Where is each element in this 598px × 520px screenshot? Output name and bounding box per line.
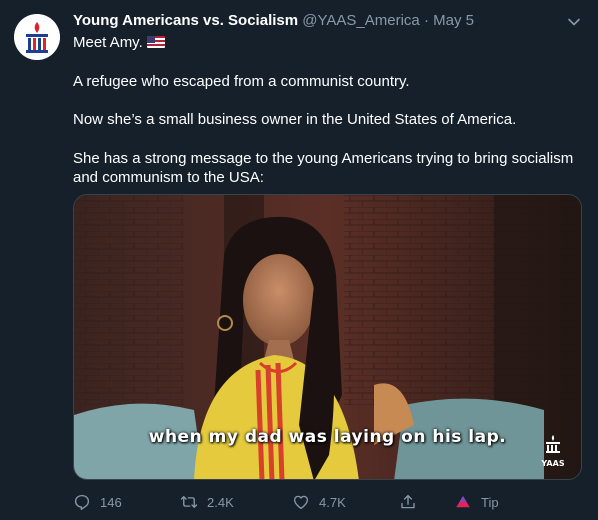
watermark-text: YAAS xyxy=(541,459,565,468)
tweet-header: Young Americans vs. Socialism @YAAS_Amer… xyxy=(73,12,474,30)
video-caption: when my dad was laying on his lap. xyxy=(148,427,507,447)
reply-icon xyxy=(74,494,90,510)
chevron-down-icon[interactable] xyxy=(566,14,582,30)
tip-button[interactable]: Tip xyxy=(454,492,499,512)
us-flag-icon xyxy=(146,36,165,48)
tweet-text-line-4b: and communism to the USA: xyxy=(73,169,264,186)
tip-icon xyxy=(456,496,470,508)
tweet-card[interactable]: Young Americans vs. Socialism @YAAS_Amer… xyxy=(0,0,598,520)
yaas-watermark: YAAS xyxy=(536,435,570,468)
tweet-text-line-3: Now she’s a small business owner in the … xyxy=(73,111,517,128)
retweet-button[interactable]: 2.4K xyxy=(180,492,234,512)
tweet-text-line-2: A refugee who escaped from a communist c… xyxy=(73,73,410,90)
tweet-text-line-4a: She has a strong message to the young Am… xyxy=(73,150,574,167)
tweet-actions: 146 2.4K 4.7K Tip xyxy=(73,492,583,512)
share-button[interactable] xyxy=(399,492,426,512)
like-button[interactable]: 4.7K xyxy=(292,492,346,512)
yaas-logo-icon xyxy=(14,14,60,60)
heart-icon xyxy=(293,495,309,510)
tweet-text-meet-amy: Meet Amy. xyxy=(73,34,143,51)
reply-button[interactable]: 146 xyxy=(73,492,122,512)
share-icon xyxy=(401,494,415,509)
author-name[interactable]: Young Americans vs. Socialism xyxy=(73,12,298,29)
retweet-count: 2.4K xyxy=(207,494,234,510)
video-player[interactable]: when my dad was laying on his lap. YAAS xyxy=(73,194,582,480)
separator-dot: · xyxy=(423,12,429,29)
retweet-icon xyxy=(180,496,198,508)
like-count: 4.7K xyxy=(319,494,346,510)
tweet-text-line-1: Meet Amy. xyxy=(73,33,583,53)
reply-count: 146 xyxy=(100,494,122,510)
tweet-date[interactable]: May 5 xyxy=(433,12,474,29)
author-handle[interactable]: @YAAS_America xyxy=(302,12,420,29)
watermark-logo-icon xyxy=(546,435,560,453)
tip-label: Tip xyxy=(481,494,499,510)
avatar[interactable] xyxy=(14,14,60,60)
